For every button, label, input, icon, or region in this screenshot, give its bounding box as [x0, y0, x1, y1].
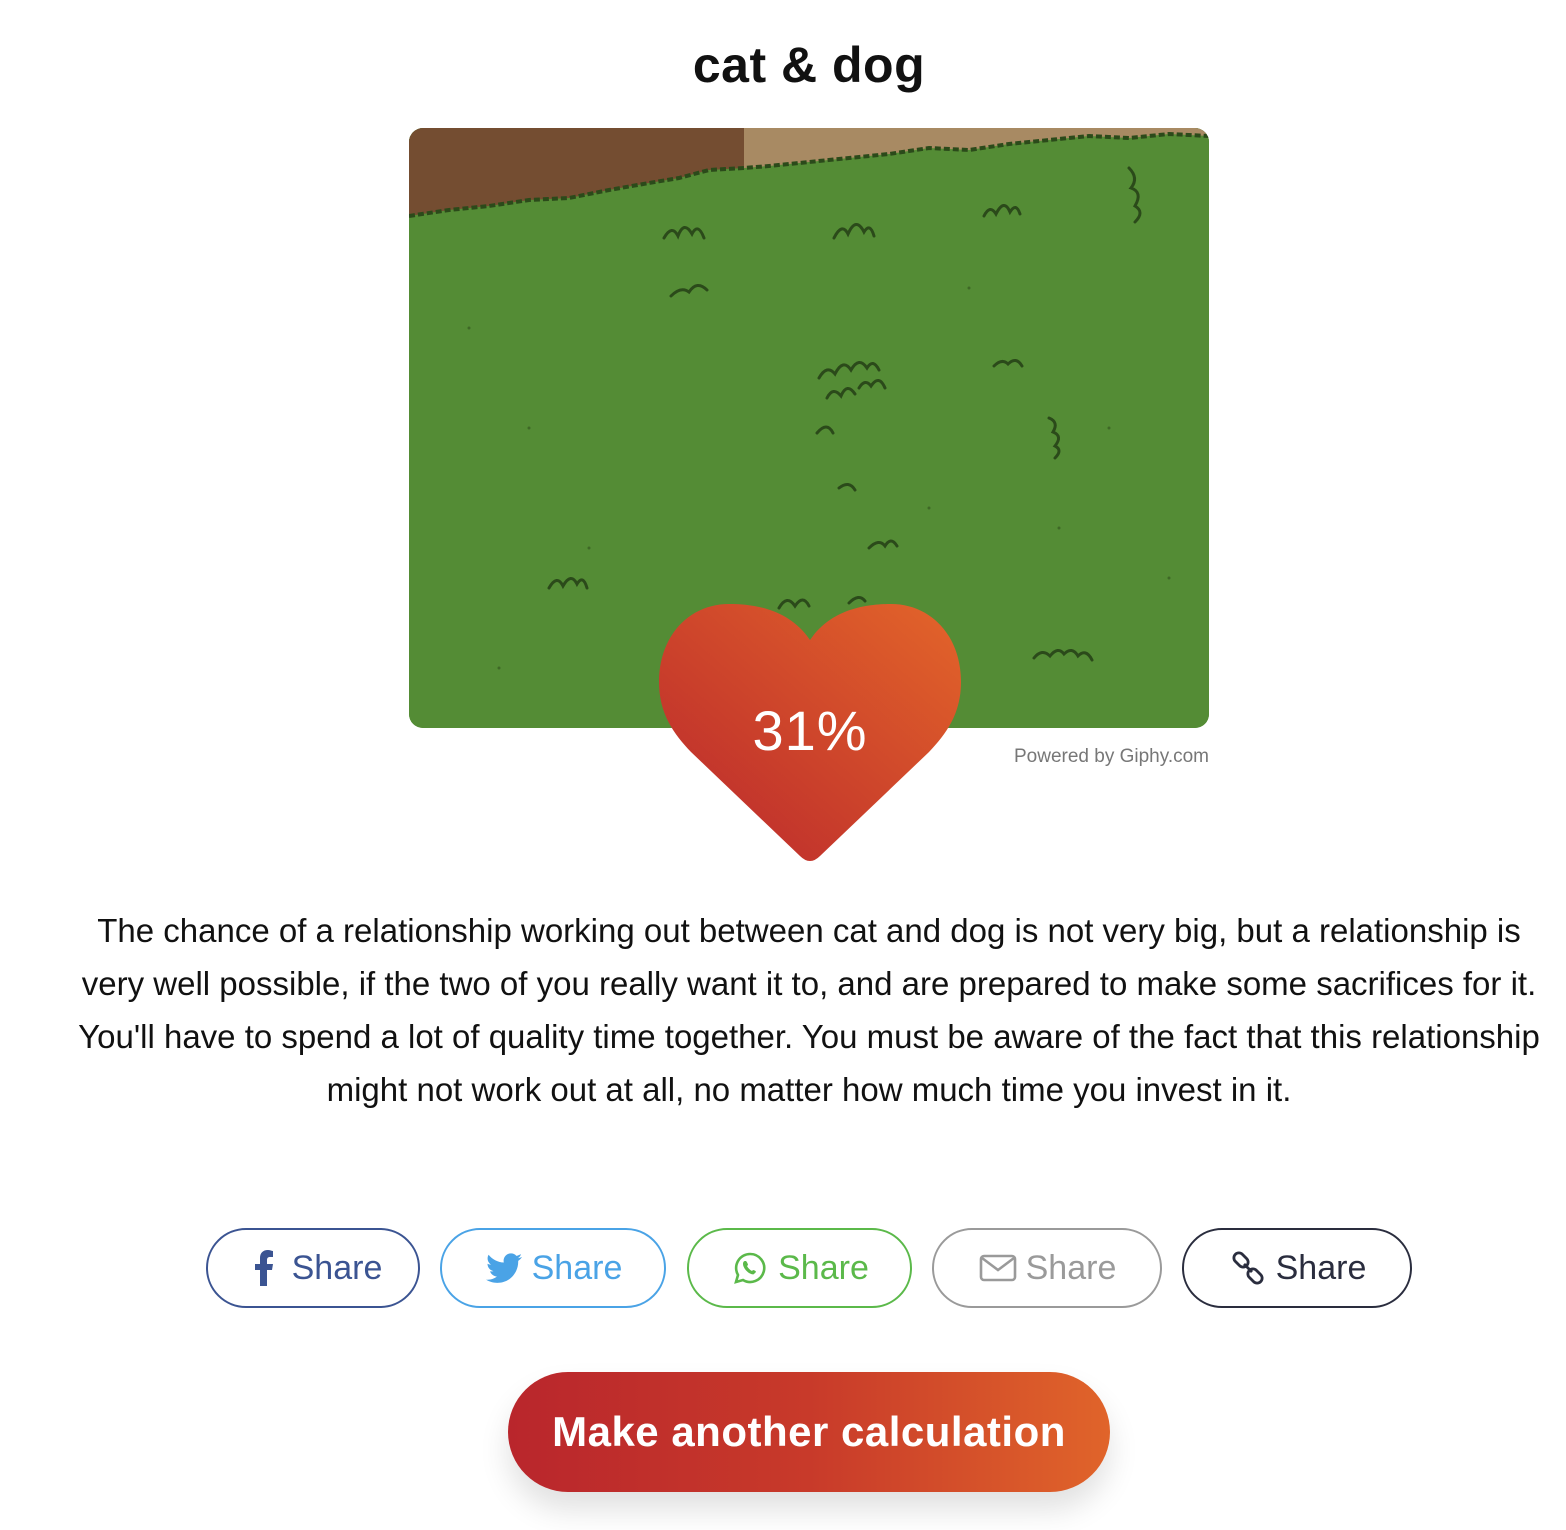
make-another-calculation-button[interactable]: Make another calculation	[508, 1372, 1110, 1492]
whatsapp-share-label: Share	[778, 1248, 869, 1287]
copy-link-share-button[interactable]: Share	[1182, 1228, 1412, 1308]
whatsapp-share-button[interactable]: Share	[687, 1228, 912, 1308]
share-buttons: Share Share Share Share Share	[0, 1228, 1566, 1312]
twitter-share-button[interactable]: Share	[440, 1228, 666, 1308]
result-description: The chance of a relationship working out…	[78, 912, 1540, 1108]
page-title: cat & dog	[692, 37, 926, 93]
result-page: cat & dog Powered by Giphy.com 31% The c…	[0, 0, 1566, 1530]
facebook-share-label: Share	[291, 1248, 383, 1287]
twitter-share-label: Share	[531, 1248, 623, 1287]
envelope-icon	[978, 1248, 1018, 1288]
email-share-label: Share	[1025, 1248, 1117, 1287]
match-percentage: 31%	[752, 699, 868, 762]
facebook-share-button[interactable]: Share	[206, 1228, 420, 1308]
email-share-button[interactable]: Share	[932, 1228, 1162, 1308]
facebook-icon	[244, 1248, 284, 1288]
link-icon	[1228, 1248, 1268, 1288]
whatsapp-icon	[730, 1248, 770, 1288]
twitter-icon	[484, 1248, 524, 1288]
copy-link-share-label: Share	[1275, 1248, 1367, 1287]
